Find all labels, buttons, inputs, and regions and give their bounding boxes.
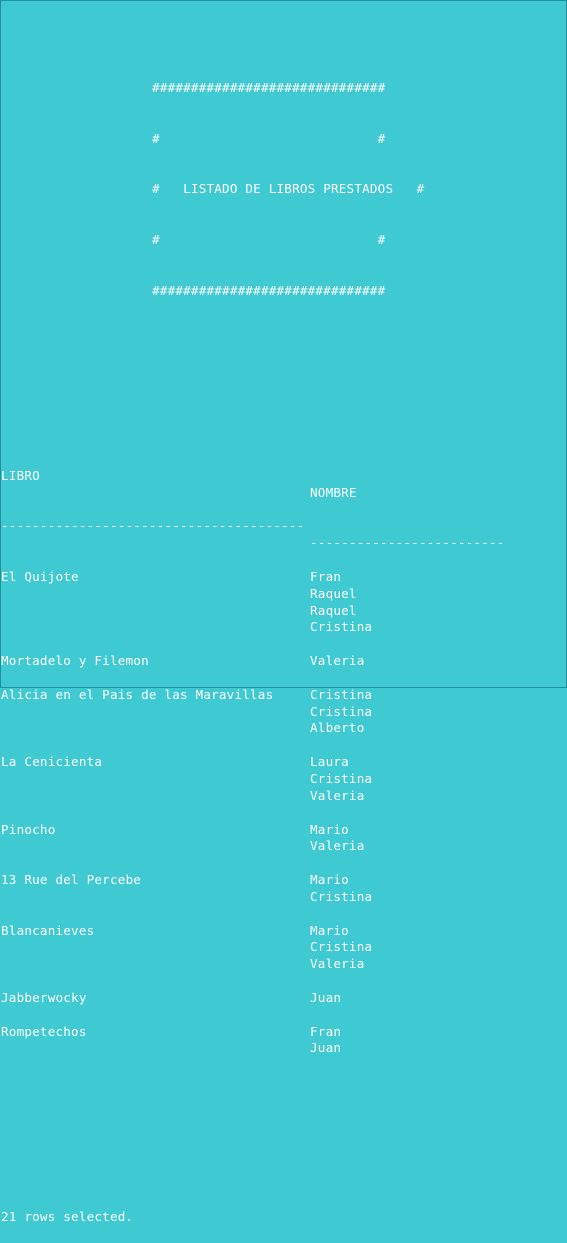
table-row: Raquel: [1, 586, 565, 603]
table-row: Valeria: [1, 788, 565, 805]
cell-nombre: Raquel: [310, 602, 357, 618]
table-row: [1, 973, 565, 990]
cell-nombre: Laura: [310, 754, 349, 770]
table-row: 13 Rue del Percebe Mario: [1, 872, 565, 889]
cell-libro: La Cenicienta: [1, 754, 103, 770]
cell-nombre: Fran: [310, 1023, 342, 1039]
table-row: Jabberwocky Juan: [1, 990, 565, 1007]
table-row: Alberto: [1, 720, 565, 737]
result-rows: El Quijote Fran Raquel Raquel Cristina Mortad…: [1, 569, 565, 1057]
table-row: [1, 636, 565, 653]
table-row: [1, 1007, 565, 1024]
column-rule-libro: ---------------------------------------: [1, 518, 305, 534]
table-row: Valeria: [1, 956, 565, 973]
cell-libro: Jabberwocky: [1, 989, 87, 1005]
banner-blank-line-top: # #: [152, 130, 386, 146]
cell-libro: Rompetechos: [1, 1023, 87, 1039]
report-banner: ############################## # # # LIS…: [152, 47, 567, 333]
cell-nombre: Cristina: [310, 686, 373, 702]
cell-libro: Blancanieves: [1, 922, 95, 938]
table-row: Juan: [1, 1040, 565, 1057]
table-row: Cristina: [1, 771, 565, 788]
cell-nombre: Juan: [310, 989, 342, 1005]
cell-nombre: Raquel: [310, 585, 357, 601]
column-header-nombre: NOMBRE: [310, 484, 357, 500]
table-row: Alicia en el Pais de las Maravillas Crist…: [1, 687, 565, 704]
table-row: Valeria: [1, 838, 565, 855]
cell-nombre: Valeria: [310, 653, 365, 669]
table-row: [1, 737, 565, 754]
cell-nombre: Cristina: [310, 703, 373, 719]
cell-nombre: Cristina: [310, 770, 373, 786]
banner-top-border: ##############################: [152, 80, 386, 96]
cell-nombre: Valeria: [310, 787, 365, 803]
table-row: Cristina: [1, 619, 565, 636]
cell-libro: Alicia en el Pais de las Maravillas: [1, 686, 274, 702]
console-output: ############################## # # # LIS…: [1, 13, 565, 1243]
table-row: [1, 855, 565, 872]
table-row: Cristina: [1, 704, 565, 721]
table-row: Cristina: [1, 889, 565, 906]
cell-nombre: Alberto: [310, 720, 365, 736]
table-row: Blancanieves Mario: [1, 923, 565, 940]
table-row: La Cenicienta Laura: [1, 754, 565, 771]
column-header-libro: LIBRO: [1, 467, 40, 483]
table-row: [1, 805, 565, 822]
table-row: Pinocho Mario: [1, 822, 565, 839]
cell-nombre: Valeria: [310, 956, 365, 972]
cell-nombre: Mario: [310, 922, 349, 938]
cell-nombre: Cristina: [310, 619, 373, 635]
cell-libro: 13 Rue del Percebe: [1, 872, 142, 888]
cell-libro: Pinocho: [1, 821, 56, 837]
cell-nombre: Fran: [310, 568, 342, 584]
cell-libro: Mortadelo y Filemon: [1, 653, 149, 669]
cell-nombre: Cristina: [310, 888, 373, 904]
cell-libro: El Quijote: [1, 568, 79, 584]
table-row: Raquel: [1, 603, 565, 620]
column-header-row: LIBRO NOMBRE: [1, 451, 565, 500]
banner-blank-line-bottom: # #: [152, 231, 386, 247]
table-row: [1, 670, 565, 687]
cell-nombre: Mario: [310, 821, 349, 837]
banner-title: # LISTADO DE LIBROS PRESTADOS #: [152, 181, 425, 197]
cell-nombre: Mario: [310, 872, 349, 888]
cell-nombre: Valeria: [310, 838, 365, 854]
cell-nombre: Cristina: [310, 939, 373, 955]
table-row: [1, 906, 565, 923]
table-row: Rompetechos Fran: [1, 1024, 565, 1041]
rows-selected-status: 21 rows selected.: [1, 1208, 134, 1224]
table-row: El Quijote Fran: [1, 569, 565, 586]
table-row: Cristina: [1, 939, 565, 956]
column-rule-nombre: -------------------------: [310, 535, 505, 551]
cell-nombre: Juan: [310, 1040, 342, 1056]
table-row: Mortadelo y Filemon Valeria: [1, 653, 565, 670]
banner-bottom-border: ##############################: [152, 282, 386, 298]
column-rule-row: --------------------------------------- …: [1, 501, 565, 550]
